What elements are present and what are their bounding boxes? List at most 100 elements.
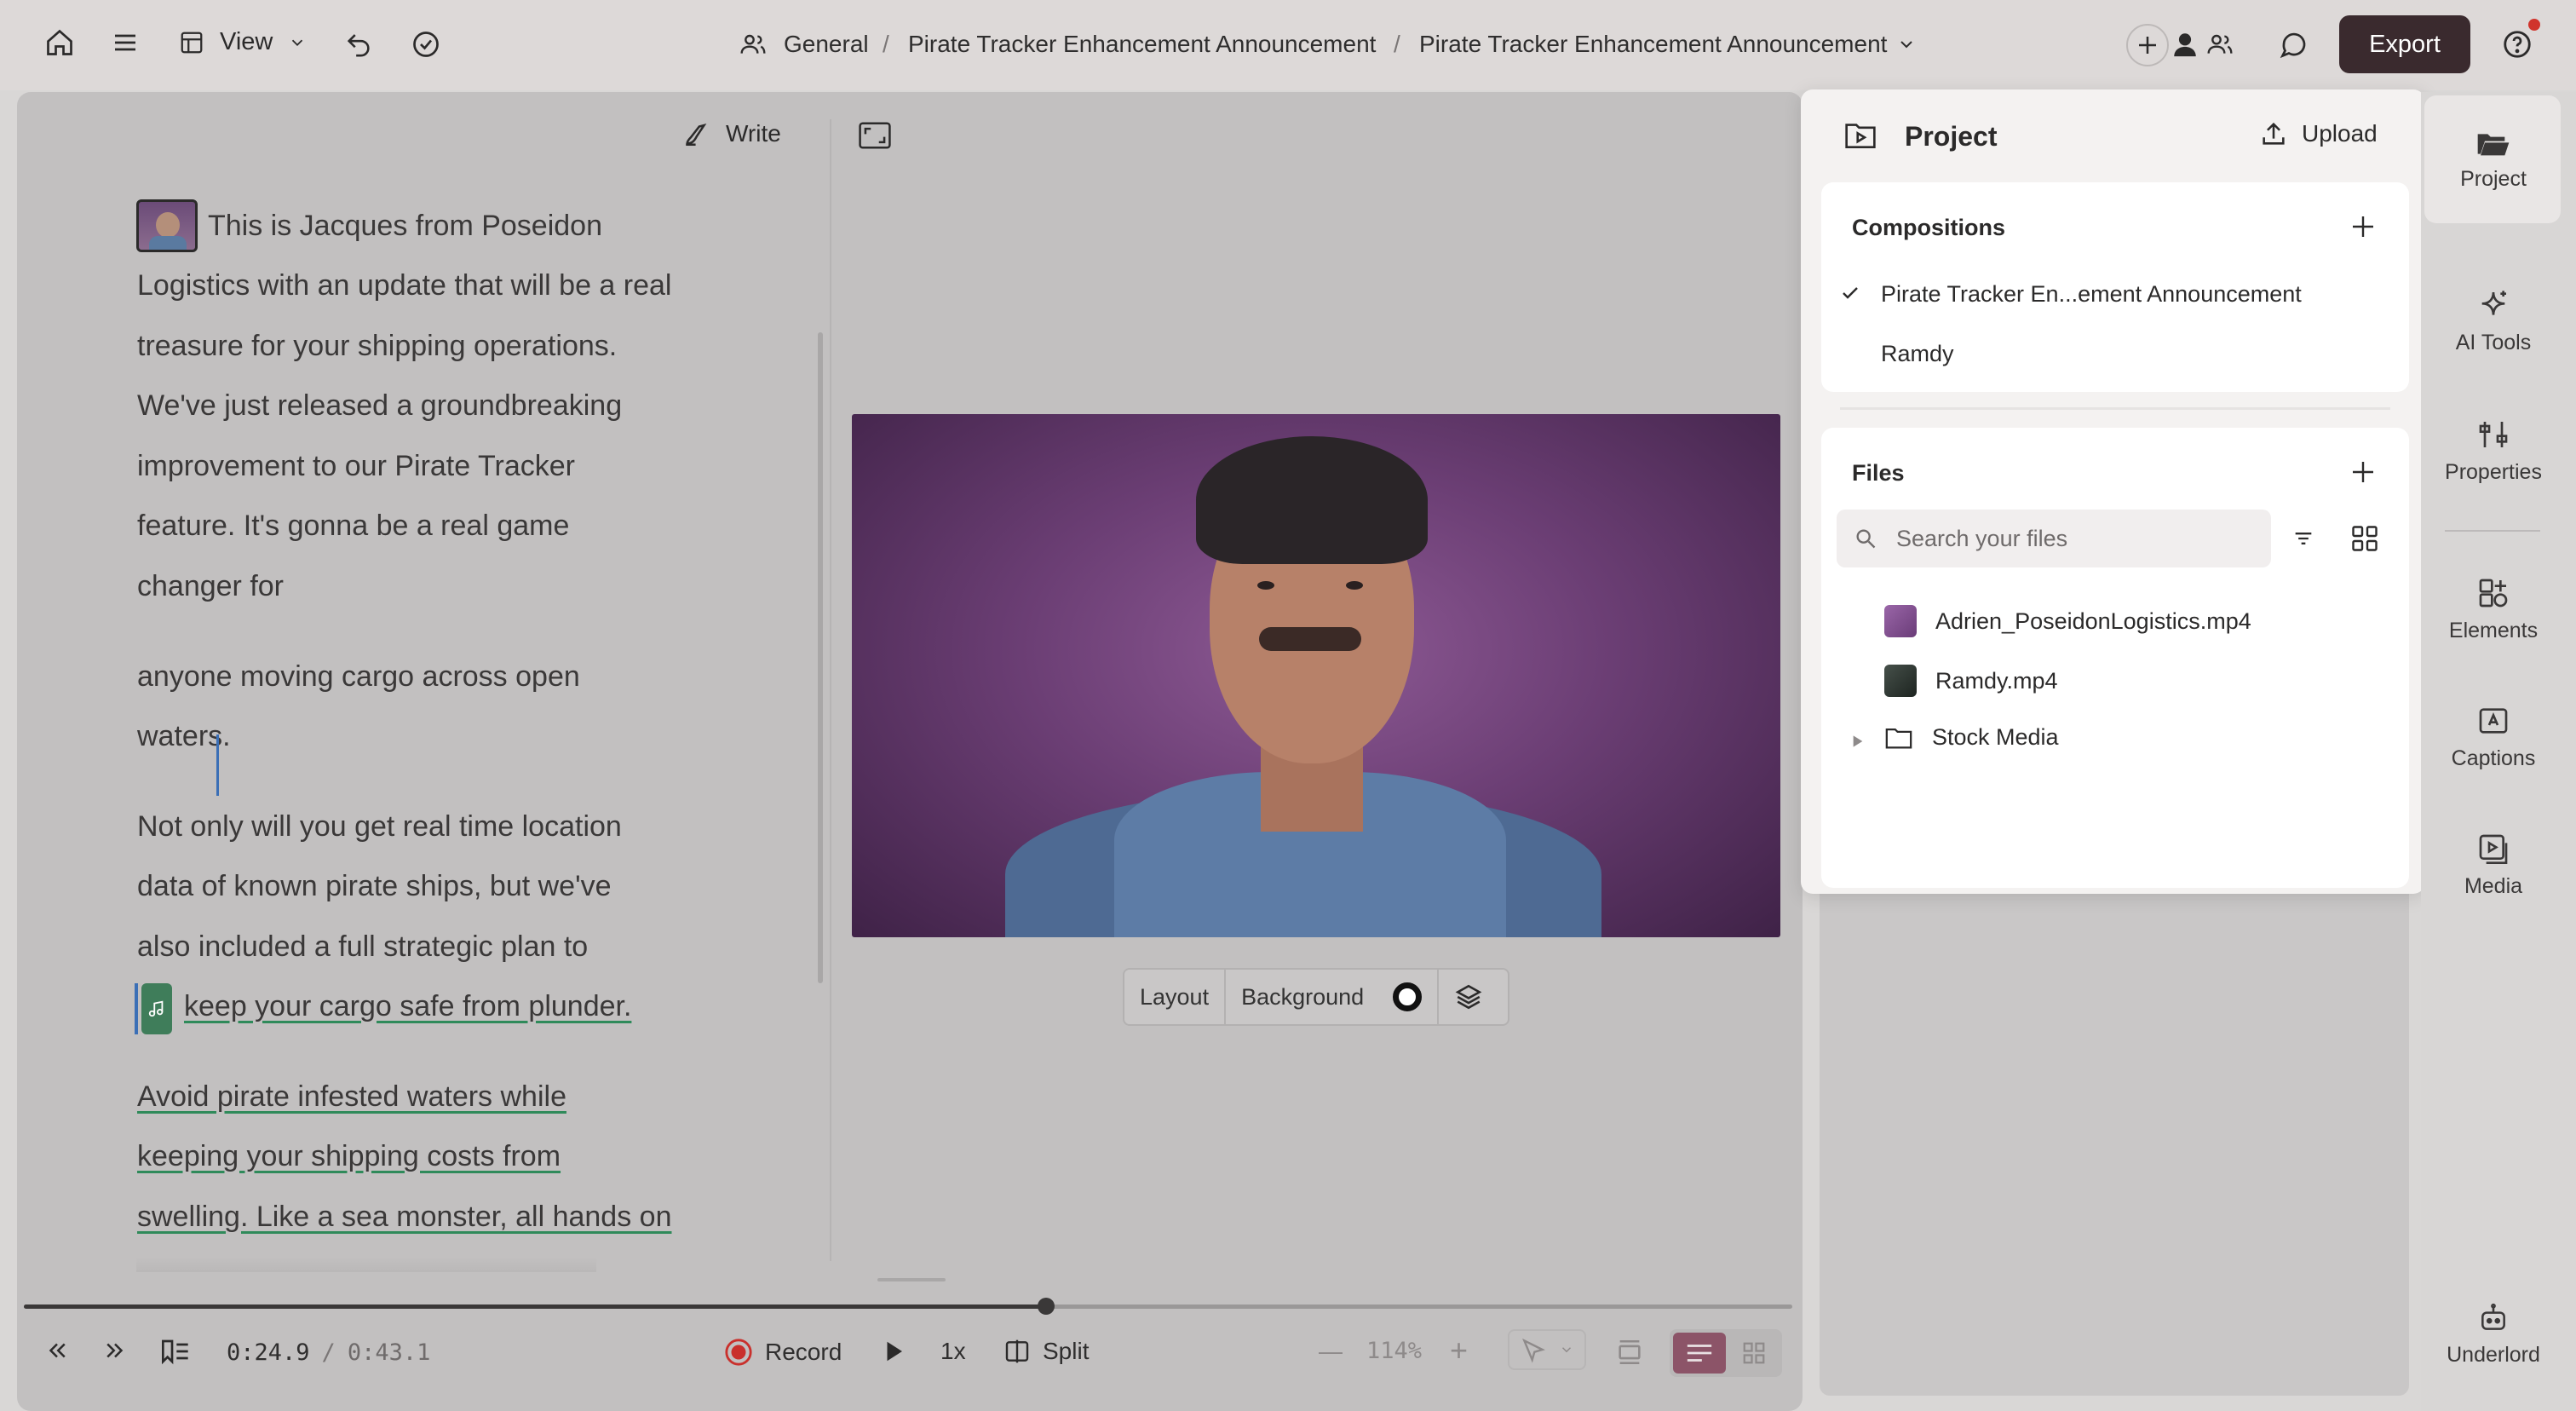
sidebar-item-properties[interactable]: Properties xyxy=(2429,418,2557,485)
timeline-playhead[interactable] xyxy=(1038,1298,1055,1315)
compositions-title: Compositions xyxy=(1852,215,2005,240)
help-icon[interactable] xyxy=(2501,28,2533,60)
home-icon[interactable] xyxy=(44,27,75,58)
chevron-down-icon xyxy=(1559,1342,1574,1357)
split-icon xyxy=(1003,1338,1031,1365)
captions-icon xyxy=(2476,704,2510,738)
forward-button[interactable] xyxy=(101,1338,129,1363)
split-button[interactable]: Split xyxy=(1003,1338,1089,1365)
filter-icon[interactable] xyxy=(2291,527,2315,550)
upload-button[interactable]: Upload xyxy=(2259,119,2378,148)
layers-button[interactable] xyxy=(1439,970,1498,1024)
chevron-down-icon[interactable] xyxy=(1896,34,1917,55)
transcript-line[interactable]: This is Jacques from Poseidon xyxy=(208,196,602,256)
chapters-button[interactable] xyxy=(158,1338,193,1365)
resize-handle[interactable] xyxy=(877,1278,946,1281)
transcript-line[interactable]: Avoid pirate infested waters while xyxy=(137,1067,566,1126)
timeline-track[interactable] xyxy=(24,1304,1792,1309)
transcript-line[interactable]: Logistics with an update that will be a … xyxy=(137,256,671,315)
breadcrumb-composition[interactable]: Pirate Tracker Enhancement Announcement xyxy=(1419,31,1887,58)
sidebar-item-project[interactable]: Project xyxy=(2429,130,2557,192)
stage-toolbar: Layout Background xyxy=(1123,968,1509,1026)
files-card xyxy=(1821,428,2409,888)
write-button[interactable]: Write xyxy=(681,119,781,148)
speaker-avatar[interactable] xyxy=(136,199,198,252)
background-swatch xyxy=(1393,982,1423,1011)
grid-icon[interactable] xyxy=(2349,523,2380,554)
rewind-button[interactable] xyxy=(43,1338,72,1363)
search-icon xyxy=(1854,527,1877,550)
expand-caret-icon[interactable] xyxy=(1852,734,1864,748)
transcript-line[interactable]: swelling. Like a sea monster, all hands … xyxy=(137,1187,671,1247)
grid-icon xyxy=(1741,1340,1767,1366)
sidebar-item-elements[interactable]: Elements xyxy=(2429,576,2557,643)
grid-view-button[interactable] xyxy=(1729,1333,1779,1374)
video-thumbnail xyxy=(1884,605,1917,637)
sidebar-item-media[interactable]: Media xyxy=(2429,832,2557,899)
transcript-line[interactable]: keep your cargo safe from plunder. xyxy=(184,976,631,1036)
write-label: Write xyxy=(726,120,781,147)
transcript-line[interactable]: We've just released a groundbreaking xyxy=(137,376,622,435)
layers-icon xyxy=(1454,982,1483,1011)
transcript-line[interactable]: Not only will you get real time location xyxy=(137,797,622,856)
robot-icon xyxy=(2476,1302,2510,1334)
sliders-icon xyxy=(2476,418,2510,452)
transcript-line[interactable]: treasure for your shipping operations. xyxy=(137,316,617,376)
people-icon[interactable] xyxy=(2205,31,2235,58)
list-view-button[interactable] xyxy=(1673,1333,1726,1374)
editor-scrollbar[interactable] xyxy=(818,332,823,983)
elements-icon xyxy=(2476,576,2510,610)
breadcrumb-general[interactable]: General xyxy=(784,31,869,58)
view-label: View xyxy=(220,28,273,55)
sidebar-item-underlord[interactable]: Underlord xyxy=(2429,1302,2557,1368)
sidebar-item-label: Media xyxy=(2464,874,2523,898)
file-item[interactable]: Adrien_PoseidonLogistics.mp4 xyxy=(1884,605,2251,637)
transcript-line[interactable]: anyone moving cargo across open xyxy=(137,647,580,706)
time-separator: / xyxy=(321,1339,336,1366)
add-file-icon[interactable] xyxy=(2348,457,2378,487)
expand-icon[interactable] xyxy=(859,122,891,149)
composition-item[interactable]: Ramdy xyxy=(1881,341,1954,367)
zoom-in-button[interactable]: + xyxy=(1450,1333,1468,1368)
file-search-input[interactable]: Search your files xyxy=(1837,510,2271,567)
file-item[interactable]: Ramdy.mp4 xyxy=(1884,665,2058,697)
play-button[interactable] xyxy=(881,1338,906,1365)
sidebar-item-captions[interactable]: Captions xyxy=(2429,704,2557,771)
view-menu[interactable]: View xyxy=(179,28,307,56)
pointer-icon xyxy=(1520,1336,1547,1363)
transcript-line[interactable]: also included a full strategic plan to xyxy=(137,917,588,976)
editor-divider[interactable] xyxy=(830,119,831,1261)
track-view-icon[interactable] xyxy=(1615,1338,1644,1367)
background-button[interactable]: Background xyxy=(1226,970,1440,1024)
transcript-line[interactable]: keeping your shipping costs from xyxy=(137,1126,561,1186)
export-button[interactable]: Export xyxy=(2339,15,2470,73)
undo-icon[interactable] xyxy=(344,29,373,58)
folder-item[interactable]: Stock Media xyxy=(1884,724,2059,751)
comment-icon[interactable] xyxy=(2278,29,2310,60)
layout-button[interactable]: Layout xyxy=(1124,970,1227,1024)
transcript-line[interactable]: feature. It's gonna be a real game xyxy=(137,496,569,556)
speed-button[interactable]: 1x xyxy=(940,1338,966,1365)
video-preview[interactable] xyxy=(852,414,1780,937)
sidebar-item-label: Properties xyxy=(2445,460,2542,484)
breadcrumb-project[interactable]: Pirate Tracker Enhancement Announcement xyxy=(908,31,1376,58)
total-time: 0:43.1 xyxy=(347,1339,431,1366)
zoom-level: 114% xyxy=(1366,1338,1423,1364)
record-button[interactable]: Record xyxy=(724,1338,842,1367)
sidebar-item-ai-tools[interactable]: AI Tools xyxy=(2429,288,2557,355)
sidebar-item-label: Project xyxy=(2460,167,2527,191)
avatar-icon[interactable] xyxy=(2171,29,2199,60)
zoom-out-button[interactable]: — xyxy=(1319,1338,1343,1365)
transcript-line[interactable]: improvement to our Pirate Tracker xyxy=(137,436,575,496)
plus-icon xyxy=(2135,32,2160,58)
pointer-tool-button[interactable] xyxy=(1508,1329,1586,1370)
check-circle-icon[interactable] xyxy=(411,29,441,60)
transcript-line[interactable]: changer for xyxy=(137,556,284,616)
menu-icon[interactable] xyxy=(111,29,140,56)
background-label: Background xyxy=(1241,983,1365,1010)
transcript-line[interactable]: data of known pirate ships, but we've xyxy=(137,856,611,916)
music-chip[interactable] xyxy=(141,983,172,1034)
add-composition-icon[interactable] xyxy=(2348,211,2378,242)
add-collaborator-button[interactable] xyxy=(2126,24,2169,66)
composition-item[interactable]: Pirate Tracker En...ement Announcement xyxy=(1881,281,2302,308)
